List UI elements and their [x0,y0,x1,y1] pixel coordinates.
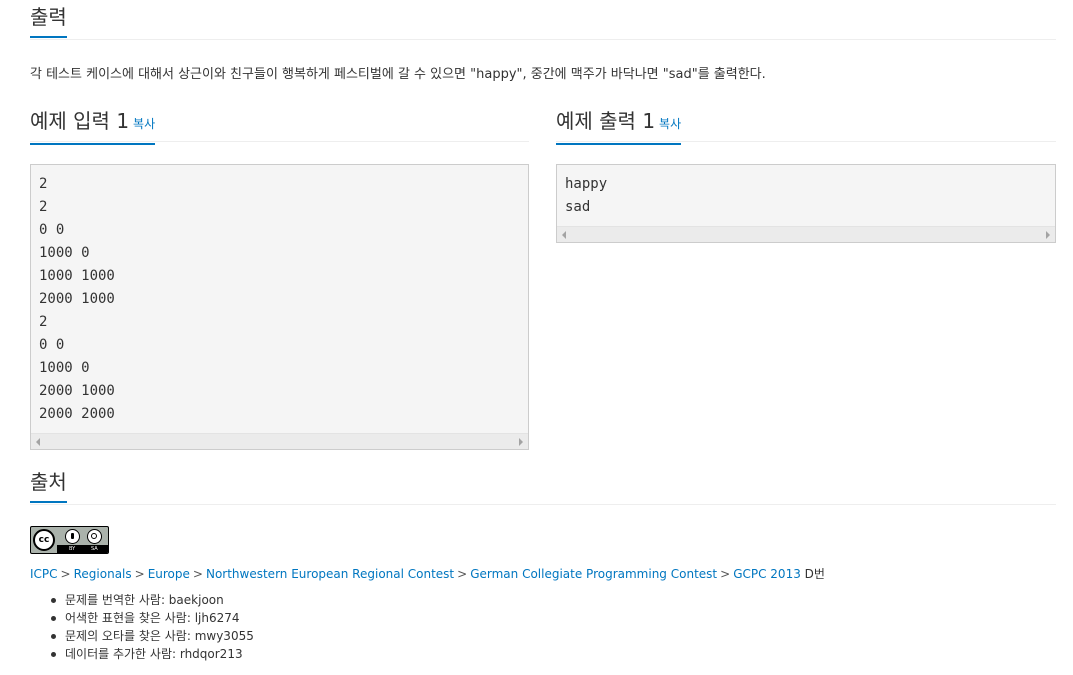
license-by-label: BY [69,546,76,552]
license-sa-label: SA [91,546,98,552]
caret-left-icon[interactable] [562,231,566,239]
sample-input-line: 2000 1000 [39,291,115,307]
sample-input-line: 2 [39,199,48,215]
list-item: 데이터를 추가한 사람: rhdqor213 [50,645,254,663]
breadcrumb-link-gcpc-2013[interactable]: GCPC 2013 [733,567,801,581]
share-alike-icon [87,529,102,544]
sample-input-title: 예제 입력 1 [30,109,130,133]
sample-input-line: 1000 1000 [39,268,115,284]
breadcrumb-separator: > [720,567,731,581]
breadcrumb-link-regionals[interactable]: Regionals [74,567,132,581]
caret-left-icon[interactable] [36,438,40,446]
breadcrumb-suffix: D번 [804,567,825,581]
sample-output-lines: happy sad [557,165,1055,221]
caret-right-icon[interactable] [519,438,523,446]
sample-input-line: 2 [39,314,48,330]
output-section-title: 출력 [30,4,67,38]
sample-input-line: 2000 2000 [39,406,115,422]
cc-icon: cc [33,529,55,551]
list-item: 문제를 번역한 사람: baekjoon [50,591,254,609]
breadcrumb-link-europe[interactable]: Europe [148,567,190,581]
sample-input-header: 예제 입력 1 복사 [30,108,529,145]
source-section-header: 출처 [30,469,1056,505]
sample-output-title: 예제 출력 1 [556,109,656,133]
copy-sample-output-link[interactable]: 복사 [659,117,681,131]
caret-right-icon[interactable] [1046,231,1050,239]
list-item: 어색한 표현을 찾은 사람: ljh6274 [50,609,254,627]
sample-output-line: happy [565,176,608,192]
breadcrumb-separator: > [134,567,145,581]
list-item: 문제의 오타를 찾은 사람: mwy3055 [50,627,254,645]
sample-input-line: 2000 1000 [39,383,115,399]
sample-input-box[interactable]: 2 2 0 0 1000 0 1000 1000 2000 1000 2 0 0… [30,164,529,450]
sample-output-scrollbar[interactable] [557,226,1055,242]
sample-input-line: 0 0 [39,337,65,353]
breadcrumb-link-nwerc[interactable]: Northwestern European Regional Contest [206,567,454,581]
sample-output-title-wrap: 예제 출력 1 복사 [556,108,682,145]
sample-input-scrollbar[interactable] [31,433,528,449]
attribution-icon [65,529,80,544]
breadcrumb-separator: > [192,567,203,581]
breadcrumb-link-icpc[interactable]: ICPC [30,567,58,581]
source-section-title: 출처 [30,469,67,503]
sample-output-header: 예제 출력 1 복사 [556,108,1056,145]
breadcrumb-separator: > [457,567,468,581]
sample-input-line: 1000 0 [39,360,90,376]
license-strip: BY SA [57,545,108,553]
output-description: 각 테스트 케이스에 대해서 상근이와 친구들이 행복하게 페스티벌에 갈 수 … [30,67,766,82]
sample-input-line: 2 [39,176,48,192]
sample-input-line: 0 0 [39,222,65,238]
sample-output-line: sad [565,199,591,215]
cc-by-sa-badge[interactable]: cc BY SA [30,526,109,554]
sample-input-lines: 2 2 0 0 1000 0 1000 1000 2000 1000 2 0 0… [31,165,528,428]
breadcrumb-link-gcpc[interactable]: German Collegiate Programming Contest [470,567,717,581]
breadcrumb-separator: > [60,567,71,581]
sample-input-title-wrap: 예제 입력 1 복사 [30,108,156,145]
credits-list: 문제를 번역한 사람: baekjoon 어색한 표현을 찾은 사람: ljh6… [50,591,254,663]
sample-input-line: 1000 0 [39,245,90,261]
sample-output-box[interactable]: happy sad [556,164,1056,243]
copy-sample-input-link[interactable]: 복사 [133,117,155,131]
output-section-header: 출력 [30,4,1056,40]
source-breadcrumb: ICPC > Regionals > Europe > Northwestern Europ… [30,565,825,582]
